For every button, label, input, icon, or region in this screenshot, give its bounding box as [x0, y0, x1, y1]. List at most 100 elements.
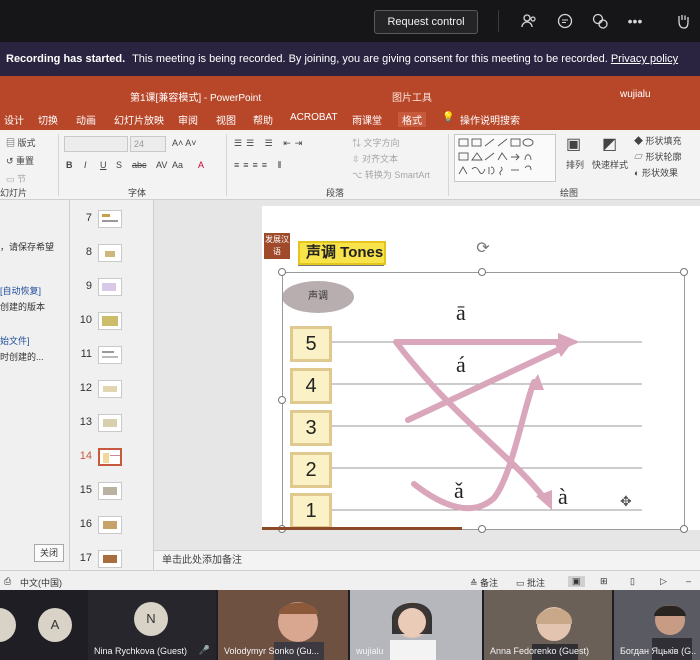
recovery-pane: ，请保存希望 [自动恢复] 创建的版本 始文件] 时创建的... 关闭: [0, 200, 70, 570]
thumbnail-slide[interactable]: 7: [70, 206, 154, 236]
slide-preview: [98, 346, 122, 364]
font-color-button[interactable]: A: [198, 160, 204, 170]
chat-icon[interactable]: [556, 12, 574, 30]
underline-button[interactable]: U: [100, 160, 107, 170]
resize-handle[interactable]: [478, 525, 486, 533]
rotate-handle-icon[interactable]: ⟳: [474, 240, 492, 258]
slideshow-icon[interactable]: ▷: [660, 576, 667, 587]
align-text-button[interactable]: ⇳ 对齐文本: [352, 152, 398, 165]
comments-button[interactable]: ▭ 批注: [516, 576, 545, 589]
tab-rain-classroom[interactable]: 雨课堂: [352, 112, 382, 127]
reading-view-icon[interactable]: ▯: [630, 576, 635, 587]
section-button[interactable]: ▭ 节: [6, 172, 26, 185]
ribbon-tabs: 设计 切换 动画 幻灯片放映 审阅 视图 帮助 ACROBAT 雨课堂 格式 💡…: [0, 108, 700, 130]
recording-banner: Recording has started. This meeting is b…: [0, 42, 700, 76]
notes-pane[interactable]: 单击此处添加备注: [154, 550, 700, 570]
layout-button[interactable]: ▤ 版式: [6, 136, 36, 149]
more-icon[interactable]: •••: [626, 12, 644, 30]
participant-tile[interactable]: Богдан Яцьків (G...: [614, 590, 700, 660]
slide-sorter-icon[interactable]: ⊞: [600, 576, 608, 587]
resize-handle[interactable]: [680, 525, 688, 533]
recovery-file-original[interactable]: 始文件]: [0, 334, 30, 347]
align-icon[interactable]: ≡≡≡≡ ⫴: [234, 160, 285, 171]
hand-icon[interactable]: [674, 12, 692, 30]
shape-outline-button[interactable]: ▱ 形状轮廓: [634, 150, 682, 163]
resize-handle[interactable]: [680, 268, 688, 276]
strikethrough-button[interactable]: abc: [132, 160, 147, 170]
shadow-button[interactable]: S: [116, 160, 122, 170]
thumbnail-slide[interactable]: 16: [70, 512, 154, 542]
ribbon-divider: [58, 134, 59, 196]
tab-design[interactable]: 设计: [4, 112, 24, 127]
text-direction-button[interactable]: ⇅ 文字方向: [352, 136, 400, 149]
participant-tile[interactable]: N Nina Rychkova (Guest) 🎤: [88, 590, 216, 660]
participant-name: Nina Rychkova (Guest): [94, 646, 188, 656]
slide-number: 8: [85, 246, 92, 258]
thumbnail-slide-selected[interactable]: 14: [70, 444, 154, 474]
thumbnail-slide[interactable]: 9: [70, 274, 154, 304]
resize-handle[interactable]: [278, 396, 286, 404]
language-status[interactable]: 中文(中国): [20, 576, 62, 589]
shapes-gallery[interactable]: [454, 134, 556, 182]
thumbnail-slide[interactable]: 11: [70, 342, 154, 372]
resize-handle[interactable]: [278, 268, 286, 276]
spacing-button[interactable]: AV: [156, 160, 167, 170]
slide-preview: [98, 550, 122, 568]
tab-transitions[interactable]: 切换: [38, 112, 58, 127]
zoom-out-icon[interactable]: –: [686, 576, 691, 586]
request-control-button[interactable]: Request control: [374, 10, 478, 34]
arrange-icon[interactable]: ▣: [566, 134, 581, 154]
quick-styles-icon[interactable]: ◩: [602, 134, 617, 154]
shape-fill-button[interactable]: ◆ 形状填充: [634, 134, 682, 147]
slide-number: 11: [80, 348, 92, 360]
thumbnail-slide[interactable]: 13: [70, 410, 154, 440]
participant-tile[interactable]: Anna Fedorenko (Guest): [484, 590, 612, 660]
selection-frame[interactable]: [282, 272, 685, 530]
thumbnail-slide[interactable]: 15: [70, 478, 154, 508]
change-case-button[interactable]: Aa: [172, 160, 183, 170]
thumbnail-slide[interactable]: 12: [70, 376, 154, 406]
participant-name: Anna Fedorenko (Guest): [490, 646, 590, 656]
reactions-icon[interactable]: [591, 12, 609, 30]
participant-tile[interactable]: Volodymyr Sonko (Gu...: [218, 590, 348, 660]
notes-button[interactable]: ≙ 备注: [470, 576, 498, 589]
participant-tile[interactable]: wujialu: [350, 590, 482, 660]
bold-button[interactable]: B: [66, 160, 73, 170]
tab-format[interactable]: 格式: [398, 112, 426, 127]
quick-styles-button[interactable]: 快速样式: [592, 158, 628, 171]
tab-help[interactable]: 帮助: [253, 112, 273, 127]
privacy-policy-link[interactable]: Privacy policy: [611, 53, 678, 65]
shape-effects-button[interactable]: ◐ 形状效果: [634, 166, 678, 179]
close-button[interactable]: 关闭: [34, 544, 64, 562]
participant-tile[interactable]: A: [0, 590, 86, 660]
thumbnail-slide[interactable]: 10: [70, 308, 154, 338]
font-name-box[interactable]: [64, 136, 128, 152]
recovery-file-autosave[interactable]: [自动恢复]: [0, 284, 41, 297]
slide-preview: [98, 380, 122, 398]
layout-label: 版式: [17, 138, 36, 148]
participant-name: Volodymyr Sonko (Gu...: [224, 646, 320, 656]
tab-animations[interactable]: 动画: [76, 112, 96, 127]
reset-button[interactable]: ↺ 重置: [6, 154, 34, 167]
italic-button[interactable]: I: [84, 160, 87, 170]
tab-acrobat[interactable]: ACROBAT: [290, 112, 338, 123]
tell-me-search[interactable]: 操作说明搜索: [460, 112, 520, 127]
arrange-button[interactable]: 排列: [566, 158, 584, 171]
smartart-button[interactable]: ⌥ 转换为 SmartArt: [352, 168, 430, 181]
normal-view-icon[interactable]: ▣: [568, 576, 585, 587]
thumbnail-slide[interactable]: 8: [70, 240, 154, 270]
font-size-box[interactable]: 24: [130, 136, 166, 152]
people-icon[interactable]: [520, 12, 538, 30]
bullet-list-icon[interactable]: ☰☰ ☰ ⇤⇥: [234, 138, 306, 149]
tab-slideshow[interactable]: 幻灯片放映: [114, 112, 164, 127]
slide-number: 16: [79, 518, 92, 530]
spellcheck-icon[interactable]: ⎙: [4, 576, 11, 587]
slide-number: 7: [85, 212, 92, 224]
resize-handle[interactable]: [478, 268, 486, 276]
slide-preview: [98, 210, 122, 228]
banner-title: Recording has started.: [6, 53, 126, 65]
grow-font-button[interactable]: A˄ A˅: [172, 138, 197, 148]
tab-view[interactable]: 视图: [216, 112, 236, 127]
tab-review[interactable]: 审阅: [178, 112, 198, 127]
slide-preview: [98, 414, 122, 432]
